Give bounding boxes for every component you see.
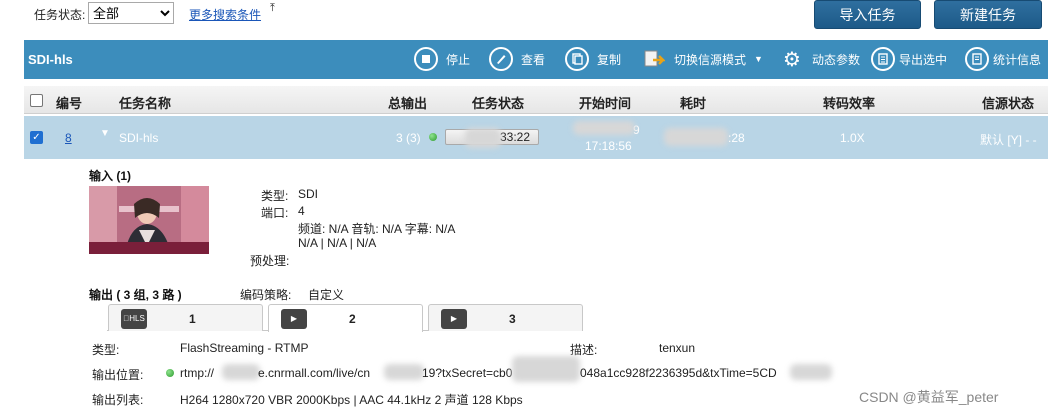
input-type-label: 类型: — [261, 189, 289, 203]
row-checkbox[interactable]: ✓ — [30, 131, 43, 144]
search-bar: 任务状态: 全部 更多搜索条件 ⤒ 导入任务 新建任务 — [0, 0, 1061, 36]
col-status[interactable]: 任务状态 — [472, 93, 524, 112]
encode-strategy-label: 编码策略: — [240, 288, 292, 302]
output-status-dot-icon — [166, 369, 174, 377]
task-output: 3 (3) — [396, 131, 421, 145]
input-type-value: SDI — [298, 187, 319, 201]
output-location-label: 输出位置: — [92, 368, 144, 382]
tab-number: 2 — [349, 312, 356, 326]
select-all-checkbox[interactable] — [30, 94, 43, 107]
output-url-part-4[interactable]: 048a1cc928f2236395d&txTime=5CD — [580, 366, 777, 380]
redaction-blur — [664, 128, 728, 146]
output-url-part-1[interactable]: rtmp:// — [180, 366, 214, 380]
preview-image — [89, 186, 209, 254]
status-filter-select[interactable]: 全部 — [88, 2, 174, 24]
output-tab-1[interactable]: HLS 1 — [108, 304, 263, 331]
preprocess-label: 预处理: — [250, 254, 290, 268]
switch-source-icon — [642, 47, 666, 71]
task-toolbar: SDI-hls 停止 查看 复制 切换信源模式 ▼ ⚙ 动态参数 导出选中 统计… — [24, 40, 1048, 79]
dynamic-params-label: 动态参数 — [812, 52, 861, 67]
output-type-value: FlashStreaming - RTMP — [180, 341, 309, 355]
status-time: 33:22 — [499, 130, 530, 144]
encode-strategy-value: 自定义 — [308, 288, 345, 302]
watermark: CSDN @黄益军_peter — [859, 389, 999, 405]
start-time: 17:18:56 — [585, 139, 632, 153]
flash-play-icon: ▶ — [441, 309, 467, 329]
copy-label: 复制 — [597, 52, 622, 67]
statistics-label: 统计信息 — [993, 52, 1042, 67]
pen-icon — [489, 47, 513, 71]
copy-button[interactable]: 复制 — [565, 46, 621, 72]
source-status-value: 默认 [Y] - - — [980, 133, 1037, 147]
col-elapsed[interactable]: 耗时 — [680, 93, 706, 112]
export-selected-label: 导出选中 — [899, 52, 948, 67]
export-icon — [871, 47, 895, 71]
col-source-status[interactable]: 信源状态 — [982, 93, 1034, 112]
status-filter-label: 任务状态: — [34, 8, 86, 22]
stop-icon — [414, 47, 438, 71]
redaction-blur — [384, 364, 424, 380]
stop-button[interactable]: 停止 — [414, 46, 470, 72]
task-name: SDI-hls — [119, 131, 159, 145]
output-tab-2[interactable]: ▶ 2 — [268, 304, 423, 332]
output-url-part-2[interactable]: e.cnrmall.com/live/cn — [258, 366, 370, 380]
new-task-button[interactable]: 新建任务 — [934, 0, 1042, 29]
elapsed-time: :28 — [728, 131, 745, 145]
output-tab-3[interactable]: ▶ 3 — [428, 304, 583, 331]
toolbar-title: SDI-hls — [28, 52, 73, 67]
col-output[interactable]: 总输出 — [388, 93, 427, 112]
table-row[interactable]: ✓ 8 ▼ SDI-hls 3 (3) 33:22 9 17:18:56 :28… — [24, 116, 1048, 159]
input-port-label: 端口: — [261, 206, 289, 220]
output-list-value: H264 1280x720 VBR 2000Kbps | AAC 44.1kHz… — [180, 393, 523, 407]
copy-icon — [565, 47, 589, 71]
more-search-link[interactable]: 更多搜索条件 — [189, 6, 261, 23]
description-value: tenxun — [659, 341, 696, 355]
table-header: 编号 任务名称 总输出 任务状态 开始时间 耗时 转码效率 信源状态 — [24, 86, 1048, 114]
output-list-label: 输出列表: — [92, 393, 144, 407]
switch-source-label: 切换信源模式 — [674, 52, 747, 67]
chevron-down-icon: ▼ — [754, 54, 763, 64]
redaction-blur — [573, 121, 635, 135]
redaction-blur — [790, 364, 832, 380]
apple-hls-icon: HLS — [121, 309, 147, 329]
col-id[interactable]: 编号 — [56, 93, 82, 112]
input-na-info: N/A | N/A | N/A — [298, 236, 377, 250]
statistics-button[interactable]: 统计信息 — [965, 46, 1041, 72]
input-channel-info: 频道: N/A 音轨: N/A 字幕: N/A — [298, 222, 456, 236]
tab-number: 3 — [509, 312, 516, 326]
status-dot-icon — [429, 133, 437, 141]
task-id-link[interactable]: 8 — [65, 131, 72, 145]
stop-label: 停止 — [446, 52, 471, 67]
view-button[interactable]: 查看 — [489, 46, 545, 72]
collapse-up-icon[interactable]: ⤒ — [270, 2, 275, 15]
output-section-title: 输出 ( 3 组, 3 路 ) — [89, 288, 182, 302]
view-label: 查看 — [521, 52, 546, 67]
switch-source-button[interactable]: 切换信源模式 ▼ — [642, 46, 763, 72]
redaction-blur — [512, 356, 580, 382]
import-task-button[interactable]: 导入任务 — [814, 0, 921, 29]
tab-number: 1 — [189, 312, 196, 326]
redaction-blur — [222, 364, 260, 380]
col-name[interactable]: 任务名称 — [119, 93, 171, 112]
flash-play-icon: ▶ — [281, 309, 307, 329]
stats-icon — [965, 47, 989, 71]
col-efficiency[interactable]: 转码效率 — [823, 93, 875, 112]
dynamic-params-button[interactable]: ⚙ 动态参数 — [780, 46, 860, 72]
gear-icon: ⚙ — [783, 48, 801, 71]
efficiency-value: 1.0X — [840, 131, 865, 145]
input-preview-thumbnail[interactable] — [89, 186, 209, 254]
export-selected-button[interactable]: 导出选中 — [871, 46, 947, 72]
redaction-blur — [465, 128, 501, 148]
output-url-part-3[interactable]: 19?txSecret=cb0 — [422, 366, 512, 380]
expand-triangle-icon[interactable]: ▼ — [100, 128, 110, 139]
col-start[interactable]: 开始时间 — [579, 93, 631, 112]
output-type-label: 类型: — [92, 343, 120, 357]
input-port-value: 4 — [298, 204, 305, 218]
input-section-title: 输入 (1) — [89, 169, 132, 183]
